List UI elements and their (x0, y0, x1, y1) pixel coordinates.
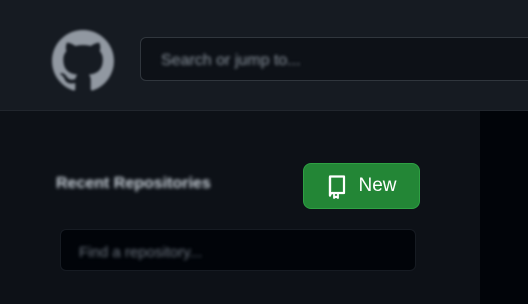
main-content-area (480, 111, 528, 304)
new-repository-button[interactable]: New (303, 163, 420, 209)
github-logo-icon[interactable] (52, 30, 114, 92)
new-button-label: New (358, 175, 397, 196)
find-repository-input[interactable] (77, 238, 401, 266)
top-header (0, 0, 528, 111)
find-repository-box[interactable] (60, 229, 416, 271)
repo-icon (326, 173, 348, 199)
search-box[interactable] (140, 37, 528, 81)
search-input[interactable] (159, 46, 523, 76)
recent-repositories-heading: Recent Repositories (56, 175, 211, 192)
